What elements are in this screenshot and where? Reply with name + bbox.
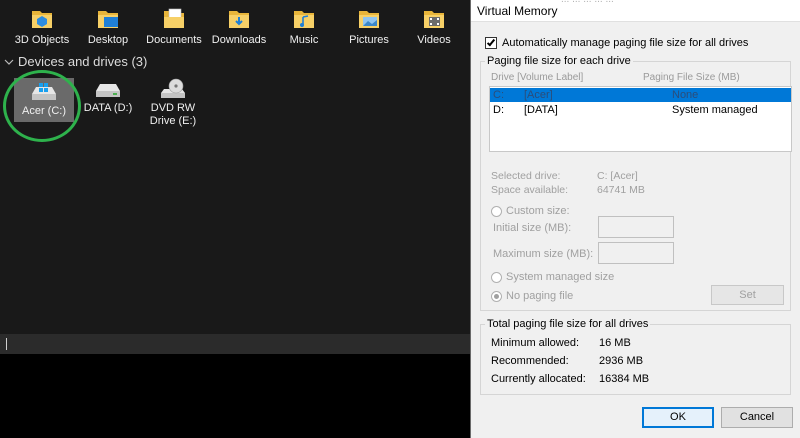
devices-and-drives-header[interactable]: Devices and drives (3) <box>4 54 147 69</box>
recommended-value: 2936 MB <box>599 355 644 367</box>
text-cursor <box>6 338 7 350</box>
background-ghost-text: ... ... ... ... ... <box>561 0 614 5</box>
title-bar[interactable]: Virtual Memory ... ... ... ... ... <box>471 0 800 22</box>
drive-dvd-e[interactable]: DVD RW Drive (E:) <box>144 78 202 128</box>
column-header-drive: Drive [Volume Label] <box>491 72 584 83</box>
system-managed-radio-row[interactable]: System managed size <box>491 271 614 283</box>
folder-3d-objects[interactable]: 3D Objects <box>7 6 77 46</box>
system-managed-label: System managed size <box>506 271 615 283</box>
selected-drive-value: C: [Acer] <box>597 170 638 182</box>
total-group-label: Total paging file size for all drives <box>485 318 651 330</box>
drive-row-c[interactable]: C: [Acer] None <box>490 88 791 102</box>
folder-documents[interactable]: Documents <box>139 6 209 46</box>
initial-size-input[interactable] <box>598 216 674 238</box>
maximum-size-label: Maximum size (MB): <box>493 248 594 260</box>
folder-desktop[interactable]: Desktop <box>73 6 143 46</box>
cancel-button[interactable]: Cancel <box>721 407 793 428</box>
system-managed-radio[interactable] <box>491 271 502 283</box>
set-button[interactable]: Set <box>711 285 784 305</box>
column-header-size: Paging File Size (MB) <box>643 72 740 83</box>
bottom-blank-area <box>0 354 470 438</box>
folder-music[interactable]: Music <box>269 6 339 46</box>
videos-icon <box>424 11 444 28</box>
folder-downloads[interactable]: Downloads <box>204 6 274 46</box>
minimum-allowed-label: Minimum allowed: <box>491 337 580 349</box>
checkmark-icon <box>486 37 496 47</box>
custom-size-radio[interactable] <box>491 205 502 217</box>
music-icon <box>294 11 314 28</box>
no-paging-label: No paging file <box>506 290 574 302</box>
space-available-label: Space available: <box>491 184 569 196</box>
pictures-icon <box>359 11 379 28</box>
drive-acer-c[interactable]: Acer (C:) <box>14 78 74 122</box>
initial-size-label: Initial size (MB): <box>493 222 572 234</box>
recommended-label: Recommended: <box>491 355 569 367</box>
maximum-size-input[interactable] <box>598 242 674 264</box>
file-explorer-pane: 3D Objects Desktop Documents Downloads M… <box>0 0 470 438</box>
drive-listbox[interactable]: C: [Acer] None D: [DATA] System managed <box>489 86 792 152</box>
hard-drive-icon <box>96 84 120 97</box>
folder-pictures[interactable]: Pictures <box>334 6 404 46</box>
virtual-memory-dialog: Virtual Memory ... ... ... ... ... Autom… <box>470 0 800 438</box>
desktop-icon <box>98 11 118 28</box>
downloads-icon <box>229 11 249 28</box>
chevron-down-icon <box>4 59 14 65</box>
custom-size-label: Custom size: <box>506 205 570 217</box>
selected-drive-label: Selected drive: <box>491 170 561 182</box>
auto-manage-checkbox-row[interactable]: Automatically manage paging file size fo… <box>485 37 748 49</box>
drive-row-d[interactable]: D: [DATA] System managed <box>490 103 791 117</box>
no-paging-radio[interactable] <box>491 290 502 302</box>
drive-data-d[interactable]: DATA (D:) <box>82 78 134 115</box>
3d-objects-icon <box>32 11 52 28</box>
currently-allocated-value: 16384 MB <box>599 373 650 385</box>
auto-manage-checkbox[interactable] <box>485 37 497 49</box>
custom-size-radio-row[interactable]: Custom size: <box>491 205 570 217</box>
documents-icon <box>164 8 184 28</box>
dialog-title: Virtual Memory <box>477 4 558 18</box>
folder-videos[interactable]: Videos <box>399 6 469 46</box>
minimum-allowed-value: 16 MB <box>599 337 631 349</box>
space-available-value: 64741 MB <box>597 184 645 196</box>
currently-allocated-label: Currently allocated: <box>491 373 586 385</box>
status-bar <box>0 334 470 354</box>
windows-drive-icon <box>32 83 56 100</box>
dvd-drive-icon <box>161 78 185 98</box>
paging-group-label: Paging file size for each drive <box>485 55 633 67</box>
ok-button[interactable]: OK <box>642 407 714 428</box>
auto-manage-label: Automatically manage paging file size fo… <box>502 37 749 49</box>
no-paging-radio-row[interactable]: No paging file <box>491 290 573 302</box>
